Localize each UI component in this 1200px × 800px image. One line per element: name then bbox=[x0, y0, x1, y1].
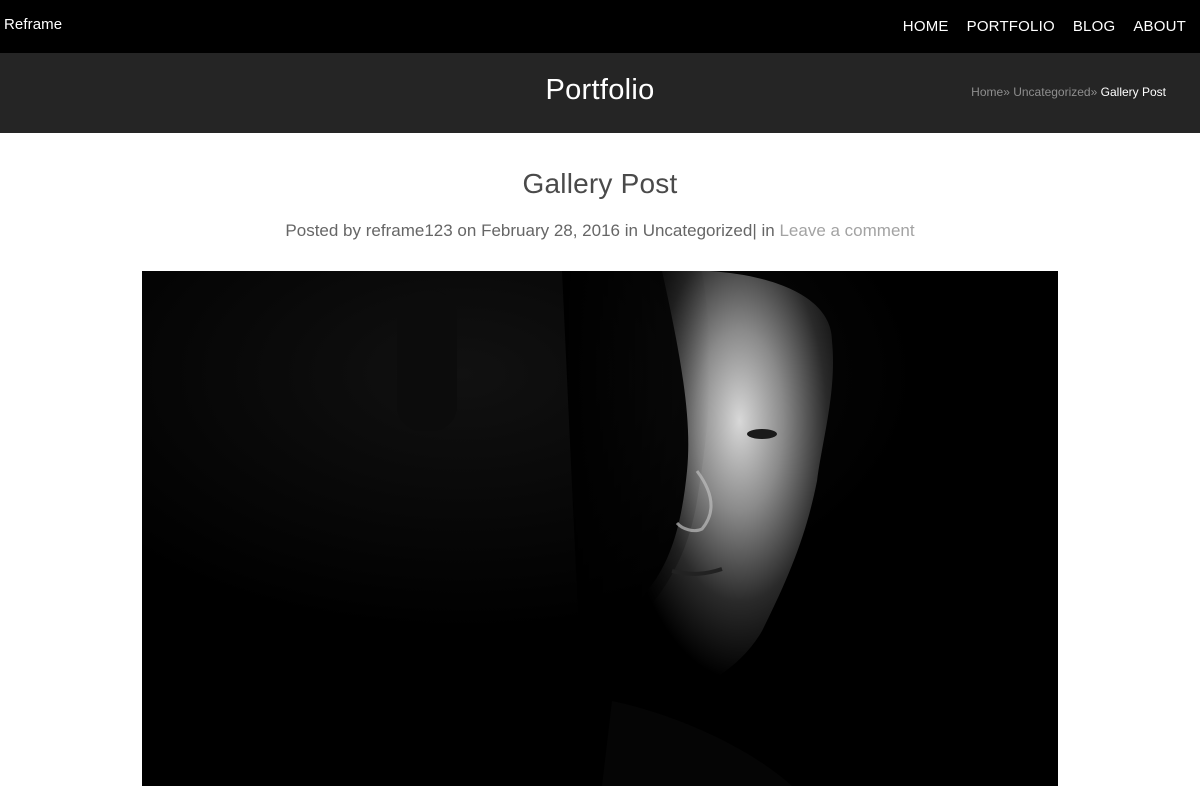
breadcrumb-current: Gallery Post bbox=[1100, 85, 1166, 99]
post-meta: Posted by reframe123 on February 28, 201… bbox=[0, 221, 1200, 241]
breadcrumb-separator: » bbox=[1003, 85, 1010, 99]
site-brand-link[interactable]: Reframe bbox=[4, 16, 62, 33]
nav-item-about: ABOUT bbox=[1133, 18, 1186, 36]
nav-item-home: HOME bbox=[903, 18, 949, 36]
page-title-band: Portfolio Home» Uncategorized» Gallery P… bbox=[0, 53, 1200, 133]
nav-item-portfolio: PORTFOLIO bbox=[967, 18, 1055, 36]
post-title: Gallery Post bbox=[522, 168, 678, 199]
main-nav: HOME PORTFOLIO BLOG ABOUT bbox=[885, 18, 1186, 36]
featured-image bbox=[142, 271, 1058, 786]
nav-link-about[interactable]: ABOUT bbox=[1133, 18, 1186, 35]
nav-link-portfolio[interactable]: PORTFOLIO bbox=[967, 18, 1055, 35]
top-navbar: Reframe HOME PORTFOLIO BLOG ABOUT bbox=[0, 0, 1200, 53]
breadcrumb-category-link[interactable]: Uncategorized bbox=[1013, 85, 1090, 99]
posted-by-label: Posted by bbox=[285, 221, 362, 240]
category-link[interactable]: Uncategorized bbox=[643, 221, 753, 240]
in-label-2: in bbox=[761, 221, 775, 240]
nav-link-blog[interactable]: BLOG bbox=[1073, 18, 1115, 35]
in-label: in bbox=[624, 221, 638, 240]
portrait-photo bbox=[142, 271, 1058, 786]
post-date-link[interactable]: February 28, 2016 bbox=[481, 221, 620, 240]
breadcrumb: Home» Uncategorized» Gallery Post bbox=[971, 85, 1166, 99]
nav-link-home[interactable]: HOME bbox=[903, 18, 949, 35]
nav-item-blog: BLOG bbox=[1073, 18, 1115, 36]
on-label: on bbox=[457, 221, 477, 240]
meta-divider: | bbox=[752, 221, 757, 240]
leave-comment-link[interactable]: Leave a comment bbox=[779, 221, 914, 240]
breadcrumb-separator: » bbox=[1090, 85, 1098, 99]
breadcrumb-home-link[interactable]: Home bbox=[971, 85, 1003, 99]
author-link[interactable]: reframe123 bbox=[366, 221, 453, 240]
